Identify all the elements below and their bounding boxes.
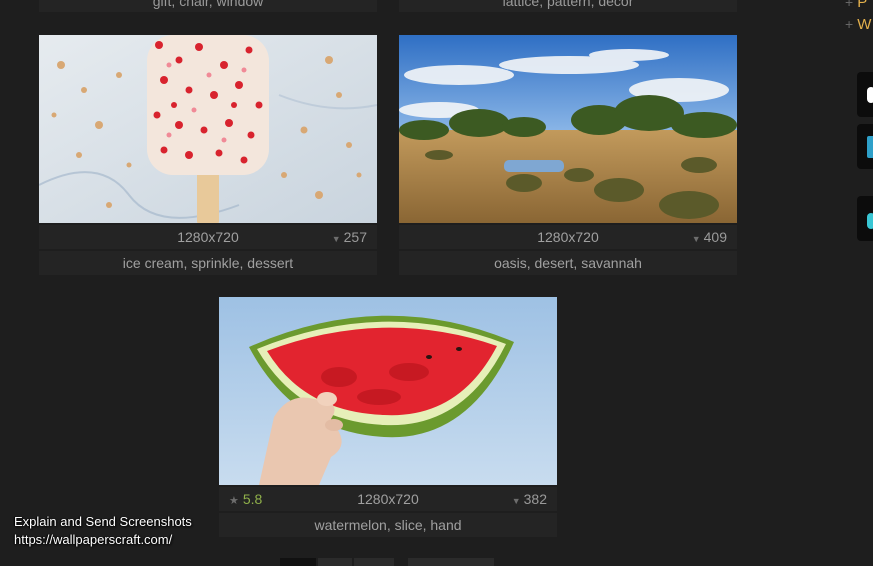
pagination-item[interactable] [280, 558, 316, 566]
card-tags-row[interactable]: watermelon, slice, hand [219, 511, 557, 537]
pagination-next[interactable] [408, 558, 494, 566]
resolution-link[interactable]: 1280x720 [39, 225, 377, 249]
social-icon [867, 213, 873, 229]
tags-text[interactable]: oasis, desert, savannah [494, 255, 642, 271]
sidebar-link-1[interactable]: + P [845, 0, 867, 11]
social-button-2[interactable] [857, 124, 873, 169]
plus-icon: + [845, 0, 854, 10]
watermark-line-2: https://wallpaperscraft.com/ [14, 532, 173, 547]
card-info: 1280x720 ▼ 409 oasis, desert, savannah [399, 225, 737, 275]
download-count: ▼ 257 [332, 225, 367, 251]
social-icon [867, 87, 873, 103]
download-icon: ▼ [691, 234, 701, 244]
download-count-value: 257 [343, 229, 367, 245]
download-count-value: 409 [703, 229, 727, 245]
download-count-value: 382 [523, 491, 547, 507]
wallpaper-thumbnail[interactable] [219, 297, 557, 485]
sidebar-link-2[interactable]: + W [845, 16, 871, 33]
card-info: ★ 5.8 1280x720 ▼ 382 watermelon, slice, ha… [219, 487, 557, 537]
card-tags-top-right[interactable]: lattice, pattern, decor [399, 0, 737, 12]
plus-icon: + [845, 16, 854, 32]
download-icon: ▼ [511, 496, 521, 506]
download-count: ▼ 382 [512, 487, 547, 513]
card-meta-row: 1280x720 ▼ 257 [39, 225, 377, 249]
card-tags-top-left[interactable]: gift, chair, window [39, 0, 377, 12]
card-meta-row: ★ 5.8 1280x720 ▼ 382 [219, 487, 557, 511]
card-tags-row[interactable]: ice cream, sprinkle, dessert [39, 249, 377, 275]
pagination-item[interactable] [318, 558, 352, 566]
card-info: 1280x720 ▼ 257 ice cream, sprinkle, desse… [39, 225, 377, 275]
resolution-link[interactable]: 1280x720 [219, 487, 557, 511]
sidebar-link-label[interactable]: P [857, 0, 867, 11]
wallpaper-thumbnail[interactable] [39, 35, 377, 223]
download-icon: ▼ [331, 234, 341, 244]
download-count: ▼ 409 [692, 225, 727, 251]
tags-text[interactable]: lattice, pattern, decor [503, 0, 634, 9]
pagination-item[interactable] [354, 558, 394, 566]
resolution-link[interactable]: 1280x720 [399, 225, 737, 249]
card-meta-row: 1280x720 ▼ 409 [399, 225, 737, 249]
watermark-line-1: Explain and Send Screenshots [14, 514, 192, 529]
card-tags-row[interactable]: oasis, desert, savannah [399, 249, 737, 275]
tags-text[interactable]: watermelon, slice, hand [314, 517, 461, 533]
social-button-3[interactable] [857, 196, 873, 241]
tags-text[interactable]: gift, chair, window [153, 0, 264, 9]
wallpaper-thumbnail[interactable] [399, 35, 737, 223]
tags-text[interactable]: ice cream, sprinkle, dessert [123, 255, 293, 271]
sidebar-link-label[interactable]: W [857, 16, 871, 33]
social-icon [867, 136, 873, 158]
social-button-1[interactable] [857, 72, 873, 117]
